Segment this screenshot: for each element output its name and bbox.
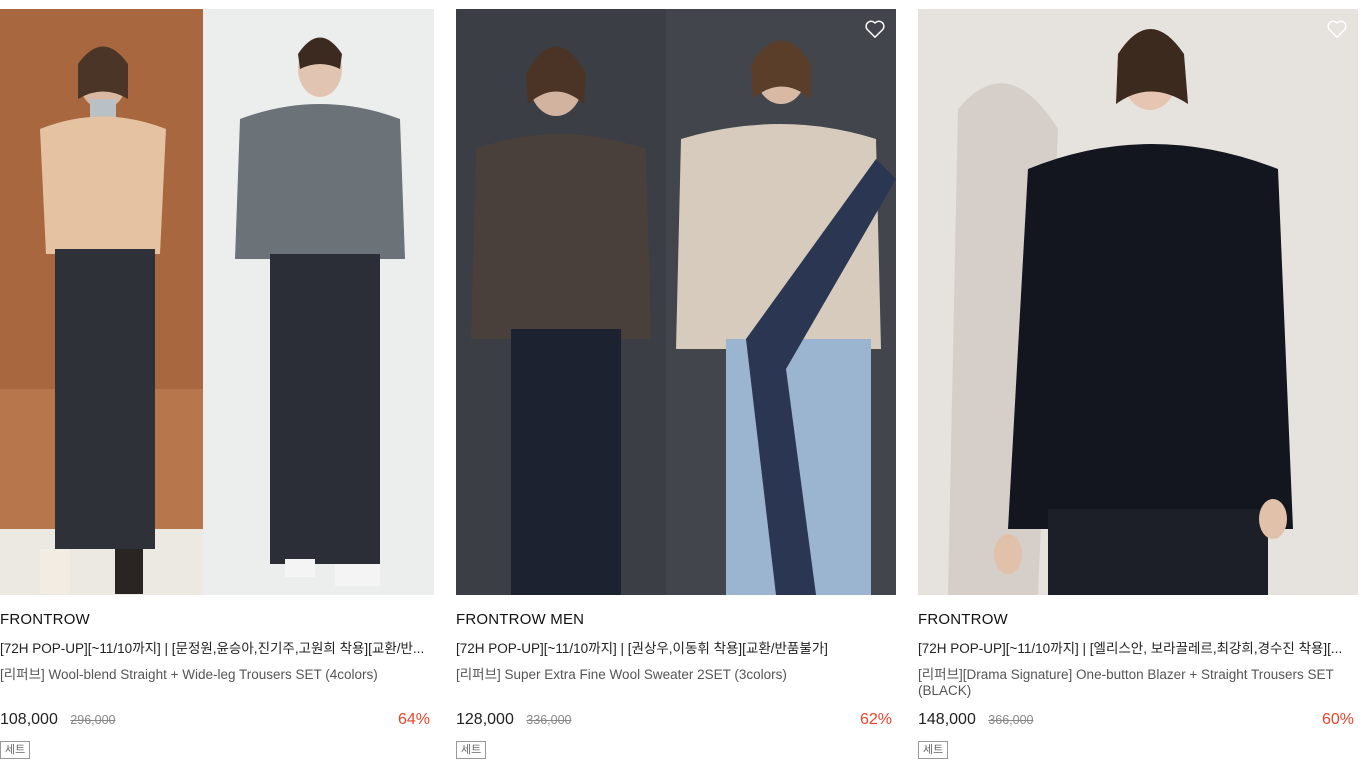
price-row: 148,000 366,000 60% bbox=[918, 711, 1358, 735]
wishlist-heart-icon[interactable] bbox=[1326, 19, 1348, 39]
set-badge: 세트 bbox=[0, 741, 31, 759]
set-badge: 세트 bbox=[918, 741, 949, 759]
product-name[interactable]: [리퍼브] Wool-blend Straight + Wide-leg Tro… bbox=[0, 667, 434, 699]
product-grid: FRONTROW [72H POP-UP][~11/10까지] | [문정원,윤… bbox=[0, 0, 1372, 783]
sale-price: 148,000 bbox=[918, 711, 976, 728]
brand-name[interactable]: FRONTROW bbox=[0, 611, 434, 628]
brand-name[interactable]: FRONTROW MEN bbox=[456, 611, 896, 628]
product-card[interactable]: FRONTROW [72H POP-UP][~11/10까지] | [문정원,윤… bbox=[0, 9, 434, 759]
product-photo-illustration bbox=[918, 9, 1358, 595]
promo-text: [72H POP-UP][~11/10까지] | [권상우,이동휘 착용][교환… bbox=[456, 641, 828, 656]
set-badge: 세트 bbox=[456, 741, 487, 759]
discount-rate: 60% bbox=[1321, 711, 1354, 728]
wishlist-heart-icon[interactable] bbox=[864, 19, 886, 39]
product-photo-illustration bbox=[456, 9, 896, 595]
product-name[interactable]: [리퍼브] Super Extra Fine Wool Sweater 2SET… bbox=[456, 667, 896, 699]
product-image[interactable] bbox=[456, 9, 896, 595]
product-image[interactable] bbox=[0, 9, 434, 595]
price-row: 128,000 336,000 62% bbox=[456, 711, 896, 735]
original-price: 296,000 bbox=[70, 713, 116, 727]
original-price: 336,000 bbox=[526, 713, 572, 727]
original-price: 366,000 bbox=[988, 713, 1034, 727]
sale-price: 108,000 bbox=[0, 711, 58, 728]
product-photo-illustration bbox=[0, 9, 434, 595]
promo-text: [72H POP-UP][~11/10까지] | [문정원,윤승아,진기주,고원… bbox=[0, 641, 425, 656]
brand-name[interactable]: FRONTROW bbox=[918, 611, 1358, 628]
discount-rate: 62% bbox=[859, 711, 892, 728]
discount-rate: 64% bbox=[397, 711, 430, 728]
product-name[interactable]: [리퍼브][Drama Signature] One-button Blazer… bbox=[918, 667, 1358, 699]
product-image[interactable] bbox=[918, 9, 1358, 595]
promo-text: [72H POP-UP][~11/10까지] | [엘리스안, 보라끌레르,최강… bbox=[918, 641, 1343, 656]
sale-price: 128,000 bbox=[456, 711, 514, 728]
product-card[interactable]: FRONTROW [72H POP-UP][~11/10까지] | [엘리스안,… bbox=[918, 9, 1358, 759]
price-row: 108,000 296,000 64% bbox=[0, 711, 434, 735]
product-card[interactable]: FRONTROW MEN [72H POP-UP][~11/10까지] | [권… bbox=[456, 9, 896, 759]
